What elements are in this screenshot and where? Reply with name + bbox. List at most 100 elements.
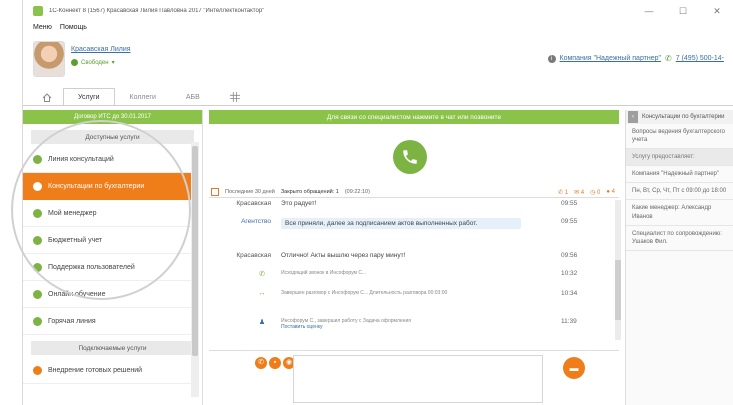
service-item-manager[interactable]: Мой менеджер	[23, 200, 192, 227]
grid-icon	[229, 92, 240, 102]
service-dot-icon	[33, 262, 42, 272]
service-label: Консультации по бухгалтерии	[48, 183, 145, 190]
service-dot-icon	[33, 154, 42, 164]
service-item-consult-line[interactable]: Линия консультаций	[23, 146, 192, 173]
tab-contacts[interactable]: АБВ	[171, 88, 215, 106]
attach-tool-button[interactable]: ▪	[269, 357, 281, 369]
service-item-budget[interactable]: Бюджетный учет	[23, 227, 192, 254]
message-time: 11:39	[561, 318, 577, 325]
working-hours: Пн, Вт, Ср, Чт, Пт c 09:00 до 18:00	[626, 183, 733, 201]
avatar[interactable]	[33, 41, 65, 77]
chat-panel: Для связи со специалистом нажмите в чат …	[209, 110, 621, 405]
chat-scrollbar[interactable]	[615, 200, 621, 340]
contact-banner: Для связи со специалистом нажмите в чат …	[209, 110, 619, 124]
service-description: Вопросы ведения бухгалтерского учета	[626, 124, 733, 150]
menu-bar: Меню Помощь	[33, 24, 87, 31]
call-counter-icon[interactable]: ✆ 1	[558, 189, 568, 196]
service-item-online-training[interactable]: Онлайн обучение	[23, 281, 192, 308]
chat-counters: ✆ 1 ✉ 4 ◷ 0 ● 4	[558, 186, 615, 198]
message-time: 09:56	[561, 252, 578, 259]
event-text: Исходящий звонок в Инсофорум С...	[281, 270, 367, 276]
service-dot-icon	[33, 235, 42, 245]
maximize-button[interactable]: ☐	[666, 6, 700, 17]
service-item-accounting[interactable]: Консультации по бухгалтерии	[23, 173, 192, 200]
info-icon: i	[547, 54, 556, 63]
message-author: Красавская	[236, 252, 271, 259]
app-window: 1С-Коннект 8 (1567) Красавская Лилия Пав…	[11, 0, 733, 405]
tab-bar: Услуги Коллеги АБВ	[31, 86, 255, 106]
phone-icon: ✆	[259, 271, 265, 278]
call-tool-button[interactable]: ✆	[255, 357, 267, 369]
menu-item-help[interactable]: Помощь	[60, 24, 87, 31]
history-period[interactable]: Последние 30 дней	[225, 189, 275, 195]
phone-link[interactable]: 7 (495) 500-14-	[676, 55, 724, 62]
message-counter-icon[interactable]: ✉ 4	[574, 189, 584, 196]
tab-services[interactable]: Услуги	[63, 88, 115, 106]
clock-counter-icon[interactable]: ◷ 0	[590, 189, 600, 196]
calendar-icon[interactable]	[211, 187, 219, 196]
message-time: 09:55	[561, 218, 578, 225]
services-scrollbar[interactable]	[191, 142, 199, 397]
company-info: i Компания "Надежный партнер" ✆ 7 (495) …	[547, 54, 724, 63]
lock-counter-icon[interactable]: ● 4	[606, 189, 615, 195]
service-label: Поддержка пользователей	[48, 263, 135, 271]
service-dot-icon	[33, 182, 42, 191]
scrollbar-thumb[interactable]	[615, 260, 621, 320]
status-label: Свободен	[81, 59, 109, 66]
home-icon	[42, 92, 52, 102]
connect-services-header: Подключаемые услуги	[31, 341, 194, 355]
company-link[interactable]: Компания "Надежный партнер"	[560, 55, 662, 62]
phone-icon	[403, 150, 417, 164]
event-text: Завершен разговор с Инсофорум С... Длите…	[281, 290, 448, 296]
window-title: 1С-Коннект 8 (1567) Красавская Лилия Пав…	[49, 8, 265, 14]
service-info-title: Консультации по бухгалтерии	[642, 114, 725, 120]
service-dot-icon	[33, 365, 42, 375]
user-name-link[interactable]: Красавская Лилия	[71, 46, 131, 53]
phone-icon: ✆	[665, 54, 672, 63]
title-bar: 1С-Коннект 8 (1567) Красавская Лилия Пав…	[23, 0, 733, 22]
send-button[interactable]: ▬	[563, 357, 585, 379]
service-info-panel: ‹ Консультации по бухгалтерии Вопросы ве…	[625, 110, 733, 405]
tab-home[interactable]	[31, 88, 63, 106]
service-label: Линия консультаций	[48, 155, 114, 163]
message-list: Красавская Это радует! 09:55 Агентство В…	[209, 200, 609, 350]
status-dot-icon	[71, 59, 78, 66]
service-label: Внедрение готовых решений	[48, 366, 143, 374]
service-label: Бюджетный учет	[48, 236, 103, 244]
message-time: 09:55	[561, 200, 578, 207]
minimize-button[interactable]: —	[632, 6, 666, 16]
tab-grid[interactable]	[215, 88, 255, 106]
message-input[interactable]	[293, 355, 543, 403]
its-contract-banner: Договор ИТС до 30.01.2017	[23, 110, 202, 124]
provider-name: Компания "Надежный партнер"	[626, 166, 733, 184]
tab-colleagues[interactable]: Коллеги	[115, 88, 171, 106]
collapse-button[interactable]: ‹	[628, 111, 638, 123]
service-info-header: ‹ Консультации по бухгалтерии	[626, 110, 733, 124]
service-label: Онлайн обучение	[48, 290, 106, 298]
call-button[interactable]	[393, 140, 427, 174]
status-selector[interactable]: Свободен ▾	[71, 59, 115, 66]
available-services-header: Доступные услуги	[31, 130, 194, 144]
menu-item-menu[interactable]: Меню	[33, 24, 52, 31]
chevron-down-icon: ▾	[111, 60, 115, 66]
person-icon: ♟	[258, 319, 266, 326]
message-text: Отлично! Акты вышлю через пару минут!	[281, 252, 406, 259]
service-item-implementation[interactable]: Внедрение готовых решений	[23, 357, 192, 384]
close-button[interactable]: ✕	[700, 6, 733, 17]
message-author: Агентство	[241, 218, 271, 225]
message-composer: ✆ ▪ ◉ ▬	[209, 350, 619, 405]
closed-requests-count: Закрыто обращений: 1	[280, 188, 339, 195]
message-time: 10:34	[561, 290, 578, 297]
service-item-hotline[interactable]: Горячая линия	[23, 308, 192, 335]
service-dot-icon	[33, 316, 42, 326]
service-label: Горячая линия	[48, 317, 96, 325]
service-item-support[interactable]: Поддержка пользователей	[23, 254, 192, 281]
chat-history-header: Последние 30 дней Закрыто обращений: 1 (…	[209, 186, 619, 198]
specialist-info: Специалист по сопровождению: Ушаков Фил.	[626, 226, 733, 251]
message-text: Это радует!	[281, 200, 317, 207]
scrollbar-thumb[interactable]	[192, 146, 198, 356]
services-panel: Договор ИТС до 30.01.2017 Доступные услу…	[23, 110, 203, 405]
event-text: Инсофорум С., завершил работу с Задача о…	[281, 318, 521, 330]
rate-link[interactable]: Поставить оценку	[281, 324, 323, 330]
chat-bubble-icon: ▬	[569, 363, 579, 373]
